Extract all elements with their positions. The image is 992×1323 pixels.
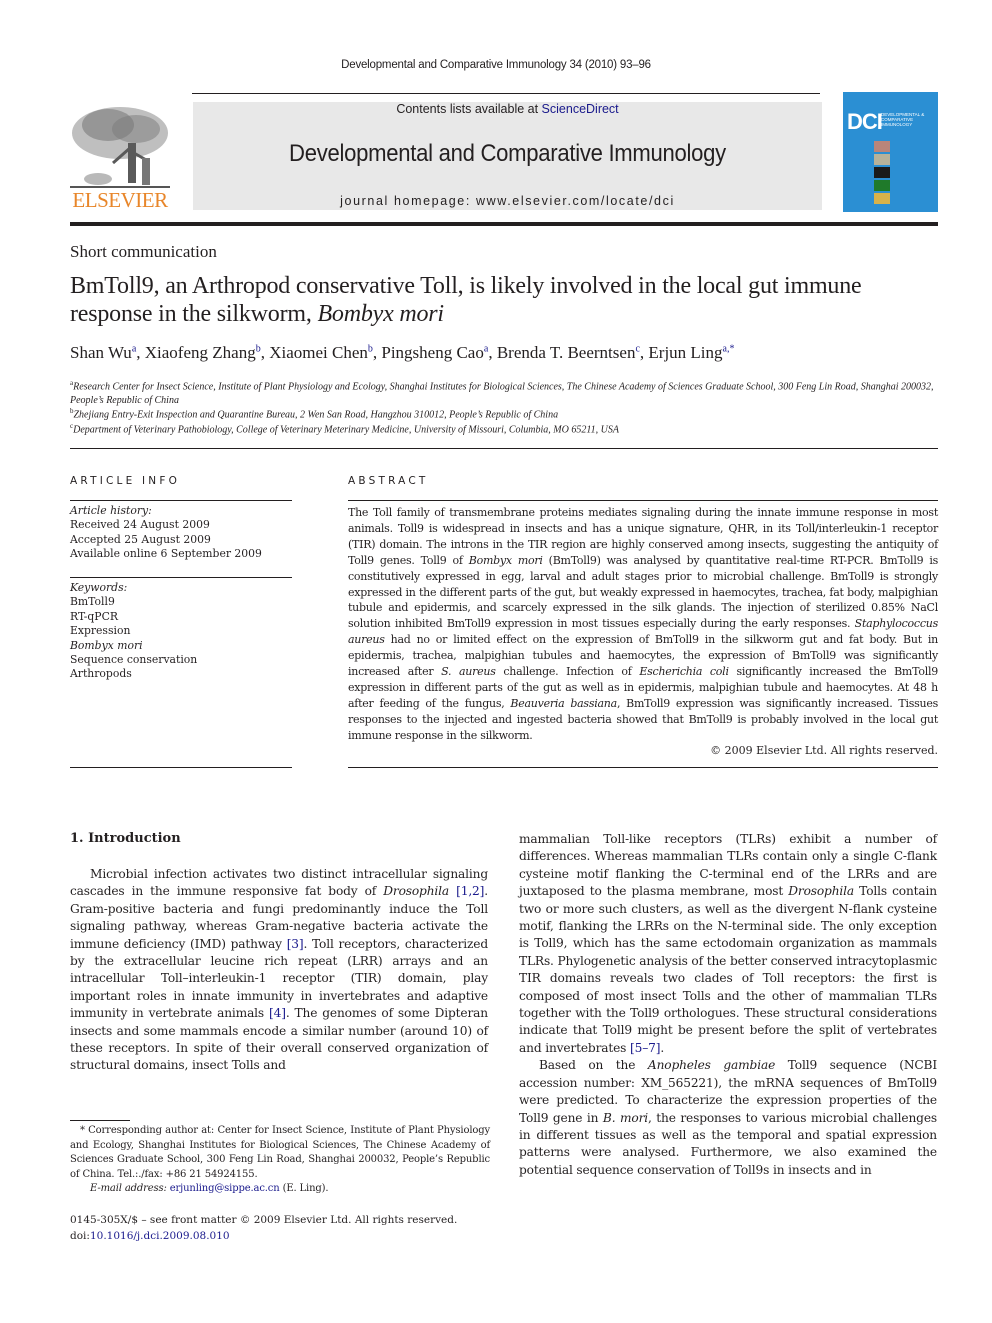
title-species: Bombyx mori	[317, 301, 444, 327]
article-title: BmToll9, an Arthropod conservative Toll,…	[70, 272, 940, 328]
keyword: Sequence conservation	[70, 653, 198, 667]
abstract-heading: ABSTRACT	[348, 475, 429, 487]
affiliation-rule	[70, 448, 938, 449]
keyword: Expression	[70, 624, 131, 638]
author[interactable]: Erjun Linga,*	[648, 343, 734, 362]
section-type: Short communication	[70, 242, 217, 261]
publisher-logo[interactable]: ELSEVIER	[68, 103, 172, 213]
history-item: Accepted 25 August 2009	[70, 532, 211, 546]
front-matter: 0145-305X/$ – see front matter © 2009 El…	[70, 1213, 457, 1244]
history-item: Received 24 August 2009	[70, 518, 210, 532]
running-head: Developmental and Comparative Immunology…	[341, 59, 651, 71]
article-history: Article history: Received 24 August 2009…	[70, 504, 292, 562]
journal-title: Developmental and Comparative Immunology	[289, 140, 726, 167]
cover-image-3	[874, 167, 890, 178]
keyword: Arthropods	[70, 667, 132, 681]
cover-image-4	[874, 180, 890, 191]
doi-link[interactable]: 10.1016/j.dci.2009.08.010	[90, 1230, 230, 1242]
cover-acronym: DCI	[847, 109, 883, 134]
homepage-line: journal homepage: www.elsevier.com/locat…	[193, 194, 822, 208]
intro-paragraph: Microbial infection activates two distin…	[70, 867, 489, 1073]
keyword: Bombyx mori	[70, 638, 143, 652]
email-link[interactable]: erjunling@sippe.ac.cn	[170, 1183, 280, 1194]
journal-cover[interactable]: DCI DEVELOPMENTAL & COMPARATIVE IMMUNOLO…	[843, 92, 938, 212]
homepage-label: journal homepage:	[340, 194, 476, 208]
author[interactable]: Xiaofeng Zhangb	[145, 343, 261, 362]
author[interactable]: Brenda T. Beerntsenc	[497, 343, 640, 362]
issn-line: 0145-305X/$ – see front matter © 2009 El…	[70, 1214, 458, 1226]
citation-link[interactable]: [5–7]	[630, 1041, 661, 1055]
header-rule	[192, 93, 820, 94]
author[interactable]: Pingsheng Caoa	[381, 343, 488, 362]
cover-subtitle: DEVELOPMENTAL & COMPARATIVE IMMUNOLOGY	[881, 112, 925, 127]
author-list: Shan Wua, Xiaofeng Zhangb, Xiaomei Chenb…	[70, 343, 735, 362]
footnote-rule	[70, 1120, 130, 1121]
intro-paragraph: Based on the Anopheles gambiae Toll9 seq…	[519, 1058, 938, 1177]
intro-left-column: Microbial infection activates two distin…	[70, 866, 488, 1075]
sciencedirect-link[interactable]: ScienceDirect	[542, 102, 619, 116]
citation-link[interactable]: [1,2]	[456, 884, 484, 898]
introduction-heading: 1. Introduction	[70, 831, 181, 846]
abstract-text: The Toll family of transmembrane protein…	[348, 506, 939, 742]
article-info-heading: ARTICLE INFO	[70, 475, 181, 487]
cover-image-1	[874, 141, 890, 152]
title-main: BmToll9, an Arthropod conservative Toll,…	[70, 273, 862, 327]
abstract-bottom-rule	[348, 767, 938, 768]
keyword: BmToll9	[70, 595, 115, 609]
header-thick-rule	[70, 222, 938, 226]
keywords-label: Keywords:	[70, 581, 128, 594]
citation-link[interactable]: [4]	[269, 1006, 286, 1020]
abstract-copyright: © 2009 Elsevier Ltd. All rights reserved…	[710, 744, 938, 757]
intro-paragraph: mammalian Toll-like receptors (TLRs) exh…	[519, 832, 937, 1055]
elsevier-wordmark: ELSEVIER	[72, 188, 168, 212]
abstract-rule	[348, 500, 938, 501]
citation-link[interactable]: [3]	[287, 937, 304, 951]
affiliation-c: cDepartment of Veterinary Pathobiology, …	[70, 422, 619, 436]
doi-line: doi:10.1016/j.dci.2009.08.010	[70, 1229, 230, 1242]
article-info-bottom-rule	[70, 767, 292, 768]
keywords: Keywords: BmToll9 RT-qPCR Expression Bom…	[70, 581, 292, 682]
cover-image-2	[874, 154, 890, 165]
cover-image-5	[874, 193, 890, 204]
intro-right-column: mammalian Toll-like receptors (TLRs) exh…	[519, 831, 937, 1179]
author[interactable]: Shan Wua	[70, 343, 136, 362]
article-info-rule	[70, 500, 292, 501]
contents-line: Contents lists available at ScienceDirec…	[193, 102, 822, 116]
elsevier-tree-icon	[70, 107, 170, 188]
keyword: RT-qPCR	[70, 609, 118, 623]
journal-banner: Contents lists available at ScienceDirec…	[193, 102, 822, 210]
corresponding-author-footnote: * Corresponding author at: Center for In…	[70, 1125, 490, 1195]
homepage-link[interactable]: www.elsevier.com/locate/dci	[476, 194, 675, 208]
history-item: Available online 6 September 2009	[70, 547, 262, 561]
author[interactable]: Xiaomei Chenb	[269, 343, 373, 362]
keywords-rule	[70, 577, 292, 578]
history-label: Article history:	[70, 504, 152, 517]
contents-prefix: Contents lists available at	[396, 102, 542, 116]
